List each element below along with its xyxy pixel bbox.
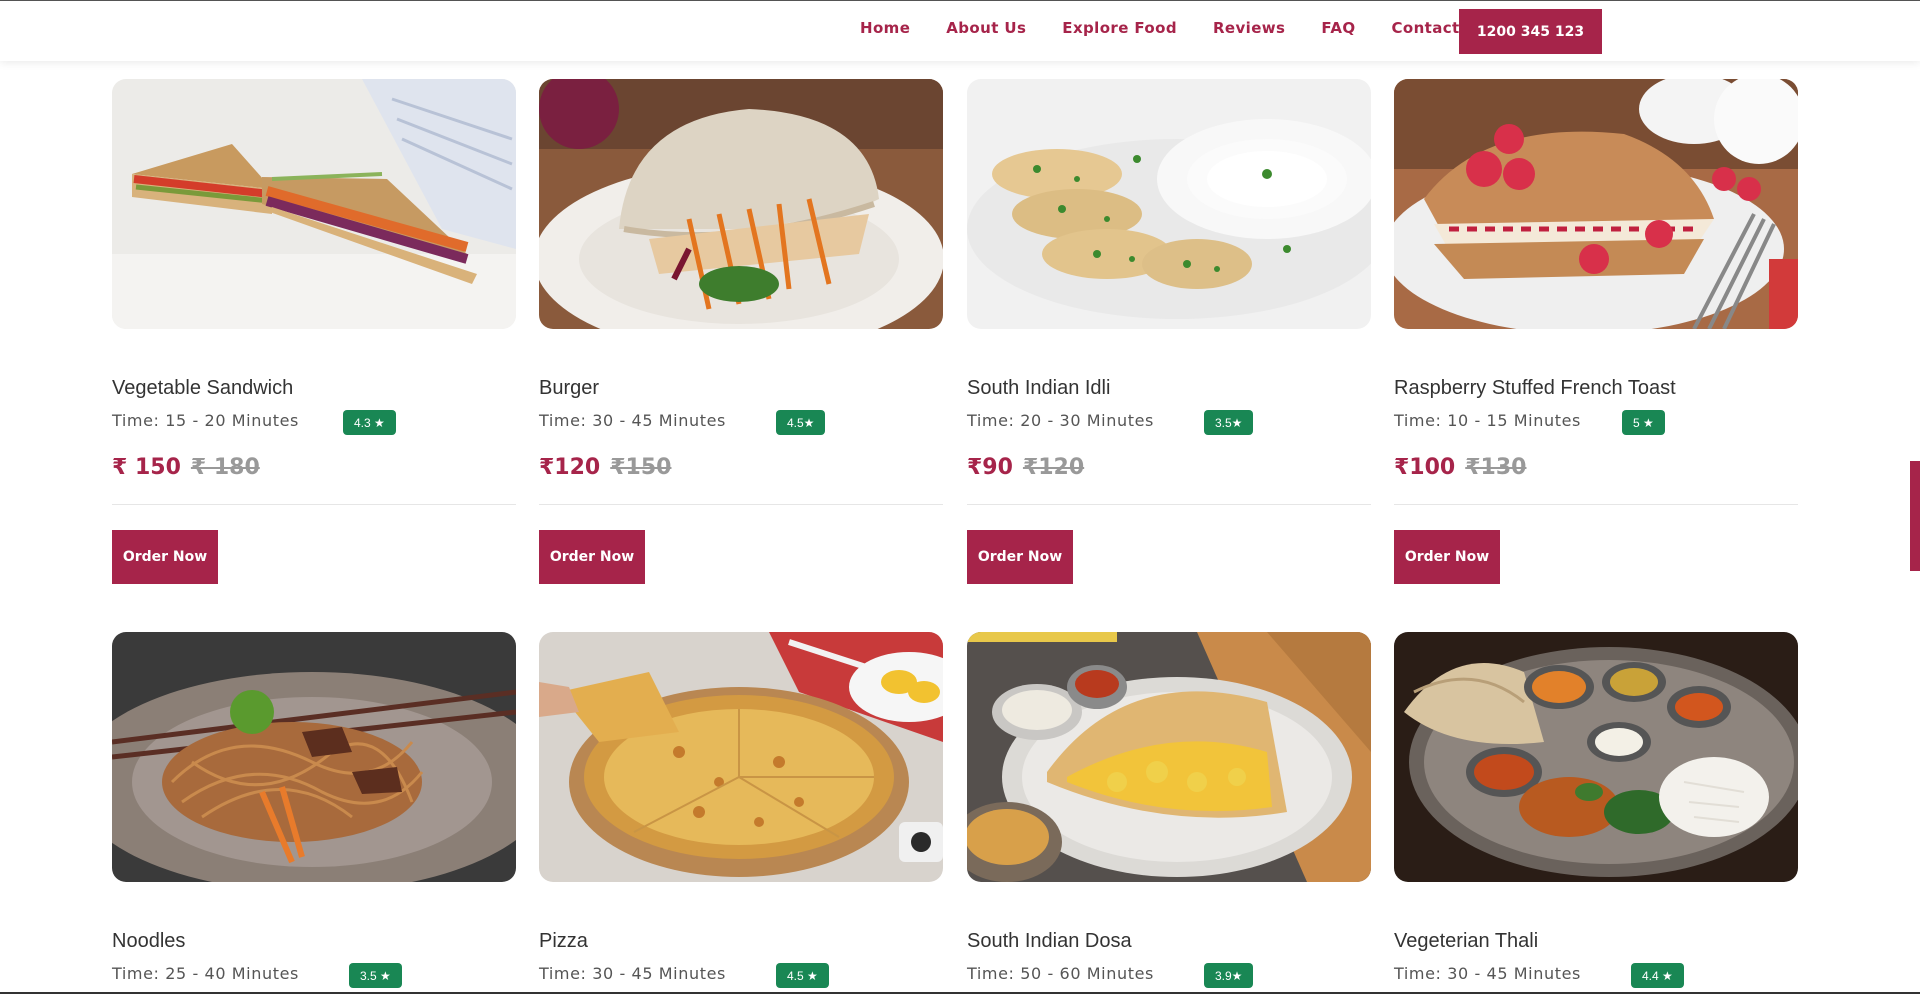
price-original: ₹150 [610, 455, 672, 480]
nav-contact-link[interactable]: Contact [1391, 18, 1459, 38]
food-image-south-indian-dosa [967, 632, 1371, 882]
nav-links: Home About Us Explore Food Reviews FAQ C… [860, 18, 1496, 38]
phone-button[interactable]: 1200 345 123 [1459, 9, 1602, 54]
food-card: South Indian Idli Time: 20 - 30 Minutes … [967, 79, 1371, 584]
food-image-noodles [112, 632, 516, 882]
food-image-pizza [539, 632, 943, 882]
order-now-button[interactable]: Order Now [112, 530, 218, 584]
nav-home-link[interactable]: Home [860, 18, 910, 38]
food-time: Time: 50 - 60 Minutes [967, 964, 1154, 983]
card-divider [967, 504, 1371, 505]
food-name: Pizza [539, 930, 588, 952]
rating-badge: 3.5★ [1204, 410, 1254, 435]
food-image-vegetarian-thali [1394, 632, 1798, 882]
food-name: Vegeterian Thali [1394, 930, 1539, 952]
order-now-button[interactable]: Order Now [1394, 530, 1500, 584]
food-card: Burger Time: 30 - 45 Minutes 4.5★ ₹120 ₹… [539, 79, 943, 584]
food-image-south-indian-idli [967, 79, 1371, 329]
card-divider [539, 504, 943, 505]
food-name: Burger [539, 377, 600, 399]
food-time: Time: 15 - 20 Minutes [112, 411, 299, 430]
food-time: Time: 30 - 45 Minutes [539, 964, 726, 983]
food-time: Time: 30 - 45 Minutes [1394, 964, 1581, 983]
rating-badge: 3.9★ [1204, 963, 1254, 988]
nav-explore-food-link[interactable]: Explore Food [1062, 18, 1177, 38]
food-name: Noodles [112, 930, 186, 952]
rating-badge: 4.4 ★ [1631, 963, 1684, 988]
rating-badge: 3.5 ★ [349, 963, 402, 988]
nav-reviews-link[interactable]: Reviews [1213, 18, 1285, 38]
nav-about-link[interactable]: About Us [946, 18, 1026, 38]
food-time: Time: 20 - 30 Minutes [967, 411, 1154, 430]
food-time: Time: 25 - 40 Minutes [112, 964, 299, 983]
price-current: ₹120 [539, 455, 601, 480]
food-name: Vegetable Sandwich [112, 377, 294, 399]
price-current: ₹90 [967, 455, 1013, 480]
price-original: ₹130 [1465, 455, 1527, 480]
price-row: ₹100 ₹130 [1394, 455, 1526, 480]
price-current: ₹100 [1394, 455, 1456, 480]
card-divider [112, 504, 516, 505]
price-original: ₹120 [1022, 455, 1085, 480]
card-divider [1394, 504, 1798, 505]
price-row: ₹90 ₹120 [967, 455, 1084, 480]
food-image-raspberry-french-toast [1394, 79, 1798, 329]
price-current: ₹ 150 [112, 455, 181, 480]
food-name: Raspberry Stuffed French Toast [1394, 377, 1676, 399]
food-card: Vegeterian Thali Time: 30 - 45 Minutes 4… [1394, 632, 1798, 988]
price-row: ₹ 150 ₹ 180 [112, 455, 260, 480]
price-row: ₹120 ₹150 [539, 455, 671, 480]
food-image-vegetable-sandwich [112, 79, 516, 329]
food-card: Vegetable Sandwich Time: 15 - 20 Minutes… [112, 79, 516, 584]
price-original: ₹ 180 [190, 455, 260, 480]
order-now-button[interactable]: Order Now [967, 530, 1073, 584]
food-image-burger [539, 79, 943, 329]
nav-faq-link[interactable]: FAQ [1321, 18, 1355, 38]
food-name: South Indian Idli [967, 377, 1111, 399]
rating-badge: 4.3 ★ [343, 410, 396, 435]
order-now-button[interactable]: Order Now [539, 530, 645, 584]
food-card: Noodles Time: 25 - 40 Minutes 3.5 ★ [112, 632, 516, 988]
rating-badge: 4.5 ★ [776, 963, 829, 988]
navbar: Home About Us Explore Food Reviews FAQ C… [0, 1, 1920, 61]
food-time: Time: 30 - 45 Minutes [539, 411, 726, 430]
food-name: South Indian Dosa [967, 930, 1132, 952]
food-time: Time: 10 - 15 Minutes [1394, 411, 1581, 430]
food-card: South Indian Dosa Time: 50 - 60 Minutes … [967, 632, 1371, 988]
rating-badge: 5 ★ [1622, 410, 1665, 435]
food-card: Raspberry Stuffed French Toast Time: 10 … [1394, 79, 1798, 584]
food-card: Pizza Time: 30 - 45 Minutes 4.5 ★ [539, 632, 943, 988]
rating-badge: 4.5★ [776, 410, 826, 435]
side-scroll-tab[interactable] [1910, 461, 1920, 571]
